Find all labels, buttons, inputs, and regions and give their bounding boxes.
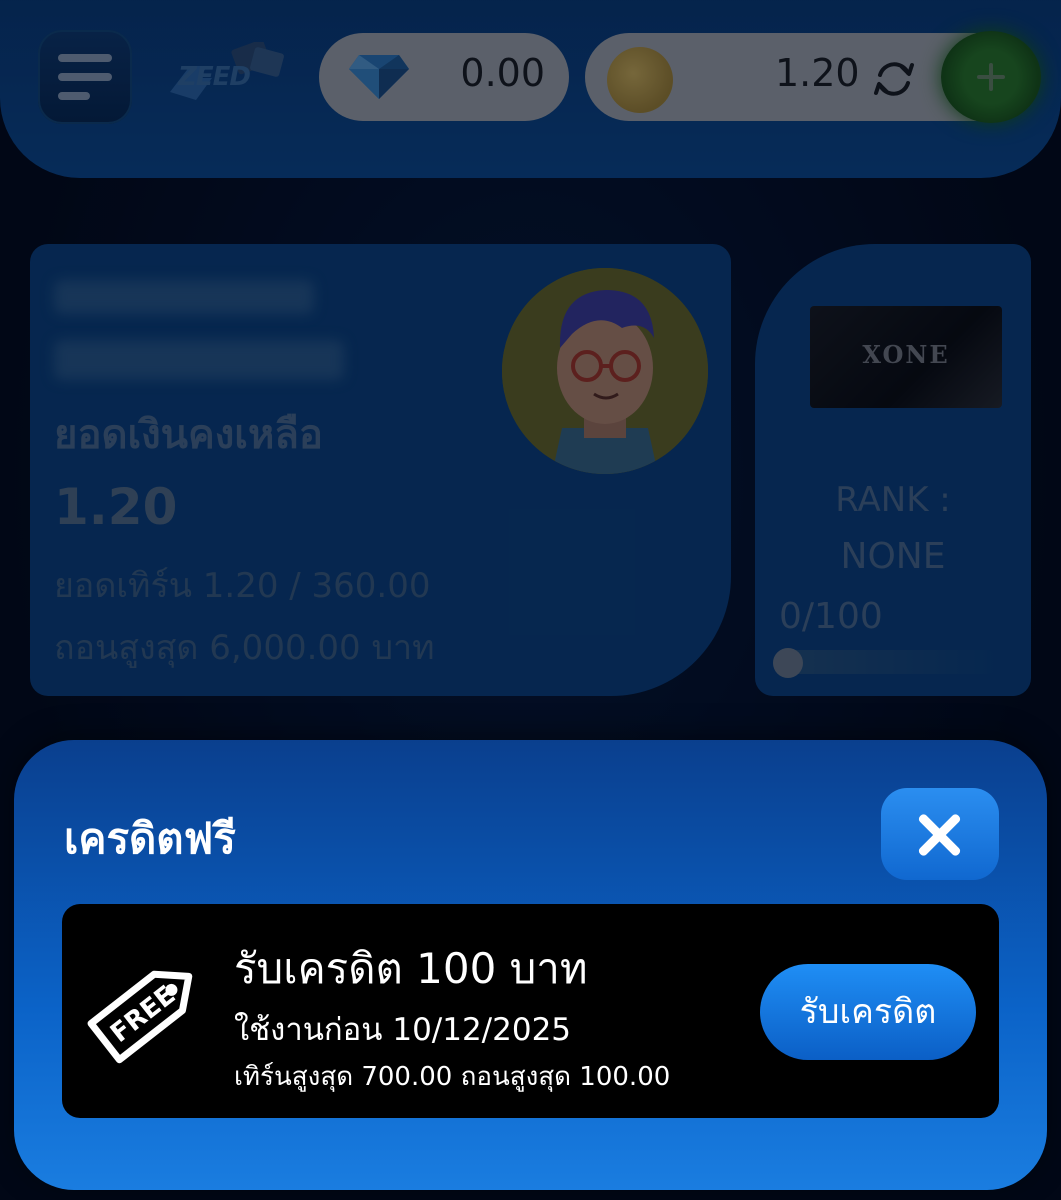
balance-label: ยอดเงินคงเหลือ bbox=[54, 412, 323, 458]
rank-value: NONE bbox=[840, 536, 946, 577]
turnover-text: ยอดเทิร์น 1.20 / 360.00 bbox=[54, 566, 431, 606]
gem-balance-pill[interactable]: 0.00 bbox=[319, 33, 569, 121]
free-credit-modal: เครดิตฟรี FREE รับเครดิต 100 บาท ใช้งานก… bbox=[14, 740, 1047, 1190]
add-credit-button[interactable] bbox=[941, 31, 1041, 123]
blurred-username bbox=[54, 280, 314, 314]
claim-credit-button[interactable]: รับเครดิต bbox=[760, 964, 976, 1060]
app-screen: ZEED 0.00 1.20 ยอดเงินคงเหลือ 1.20 ยอดเท… bbox=[0, 0, 1061, 1200]
rank-progress-text: 0/100 bbox=[779, 596, 883, 637]
menu-button[interactable] bbox=[38, 30, 132, 124]
gem-balance-value: 0.00 bbox=[460, 51, 545, 95]
diamond-icon bbox=[349, 55, 409, 99]
rank-card-text: XONE bbox=[862, 340, 950, 369]
brand-logo[interactable]: ZEED bbox=[168, 39, 304, 112]
coin-icon bbox=[607, 47, 673, 113]
avatar[interactable] bbox=[502, 268, 708, 474]
credit-limits: เทิร์นสูงสุด 700.00 ถอนสูงสุด 100.00 bbox=[234, 1062, 671, 1092]
rank-card-image: XONE bbox=[810, 306, 1002, 408]
close-button[interactable] bbox=[881, 788, 999, 880]
blurred-account bbox=[54, 340, 344, 380]
coin-balance-pill[interactable]: 1.20 bbox=[585, 31, 1041, 123]
max-withdraw-text: ถอนสูงสุด 6,000.00 บาท bbox=[54, 628, 435, 668]
menu-icon bbox=[58, 54, 112, 62]
free-credit-item: FREE รับเครดิต 100 บาท ใช้งานก่อน 10/12/… bbox=[62, 904, 999, 1118]
coin-balance-value: 1.20 bbox=[775, 51, 860, 95]
rank-progress-bar bbox=[773, 650, 999, 674]
rank-card[interactable]: XONE RANK : NONE 0/100 bbox=[755, 244, 1031, 696]
balance-value: 1.20 bbox=[54, 478, 178, 536]
credit-title: รับเครดิต 100 บาท bbox=[234, 944, 588, 993]
balance-card: ยอดเงินคงเหลือ 1.20 ยอดเทิร์น 1.20 / 360… bbox=[30, 244, 731, 696]
free-tag-icon: FREE bbox=[87, 970, 193, 1064]
modal-title: เครดิตฟรี bbox=[64, 814, 236, 863]
logo-text: ZEED bbox=[178, 62, 251, 92]
refresh-icon[interactable] bbox=[872, 57, 916, 101]
rank-progress-knob bbox=[773, 648, 803, 678]
avatar-character-icon bbox=[502, 268, 708, 474]
credit-expire-date: ใช้งานก่อน 10/12/2025 bbox=[234, 1012, 572, 1048]
rank-label: RANK : bbox=[835, 480, 951, 520]
